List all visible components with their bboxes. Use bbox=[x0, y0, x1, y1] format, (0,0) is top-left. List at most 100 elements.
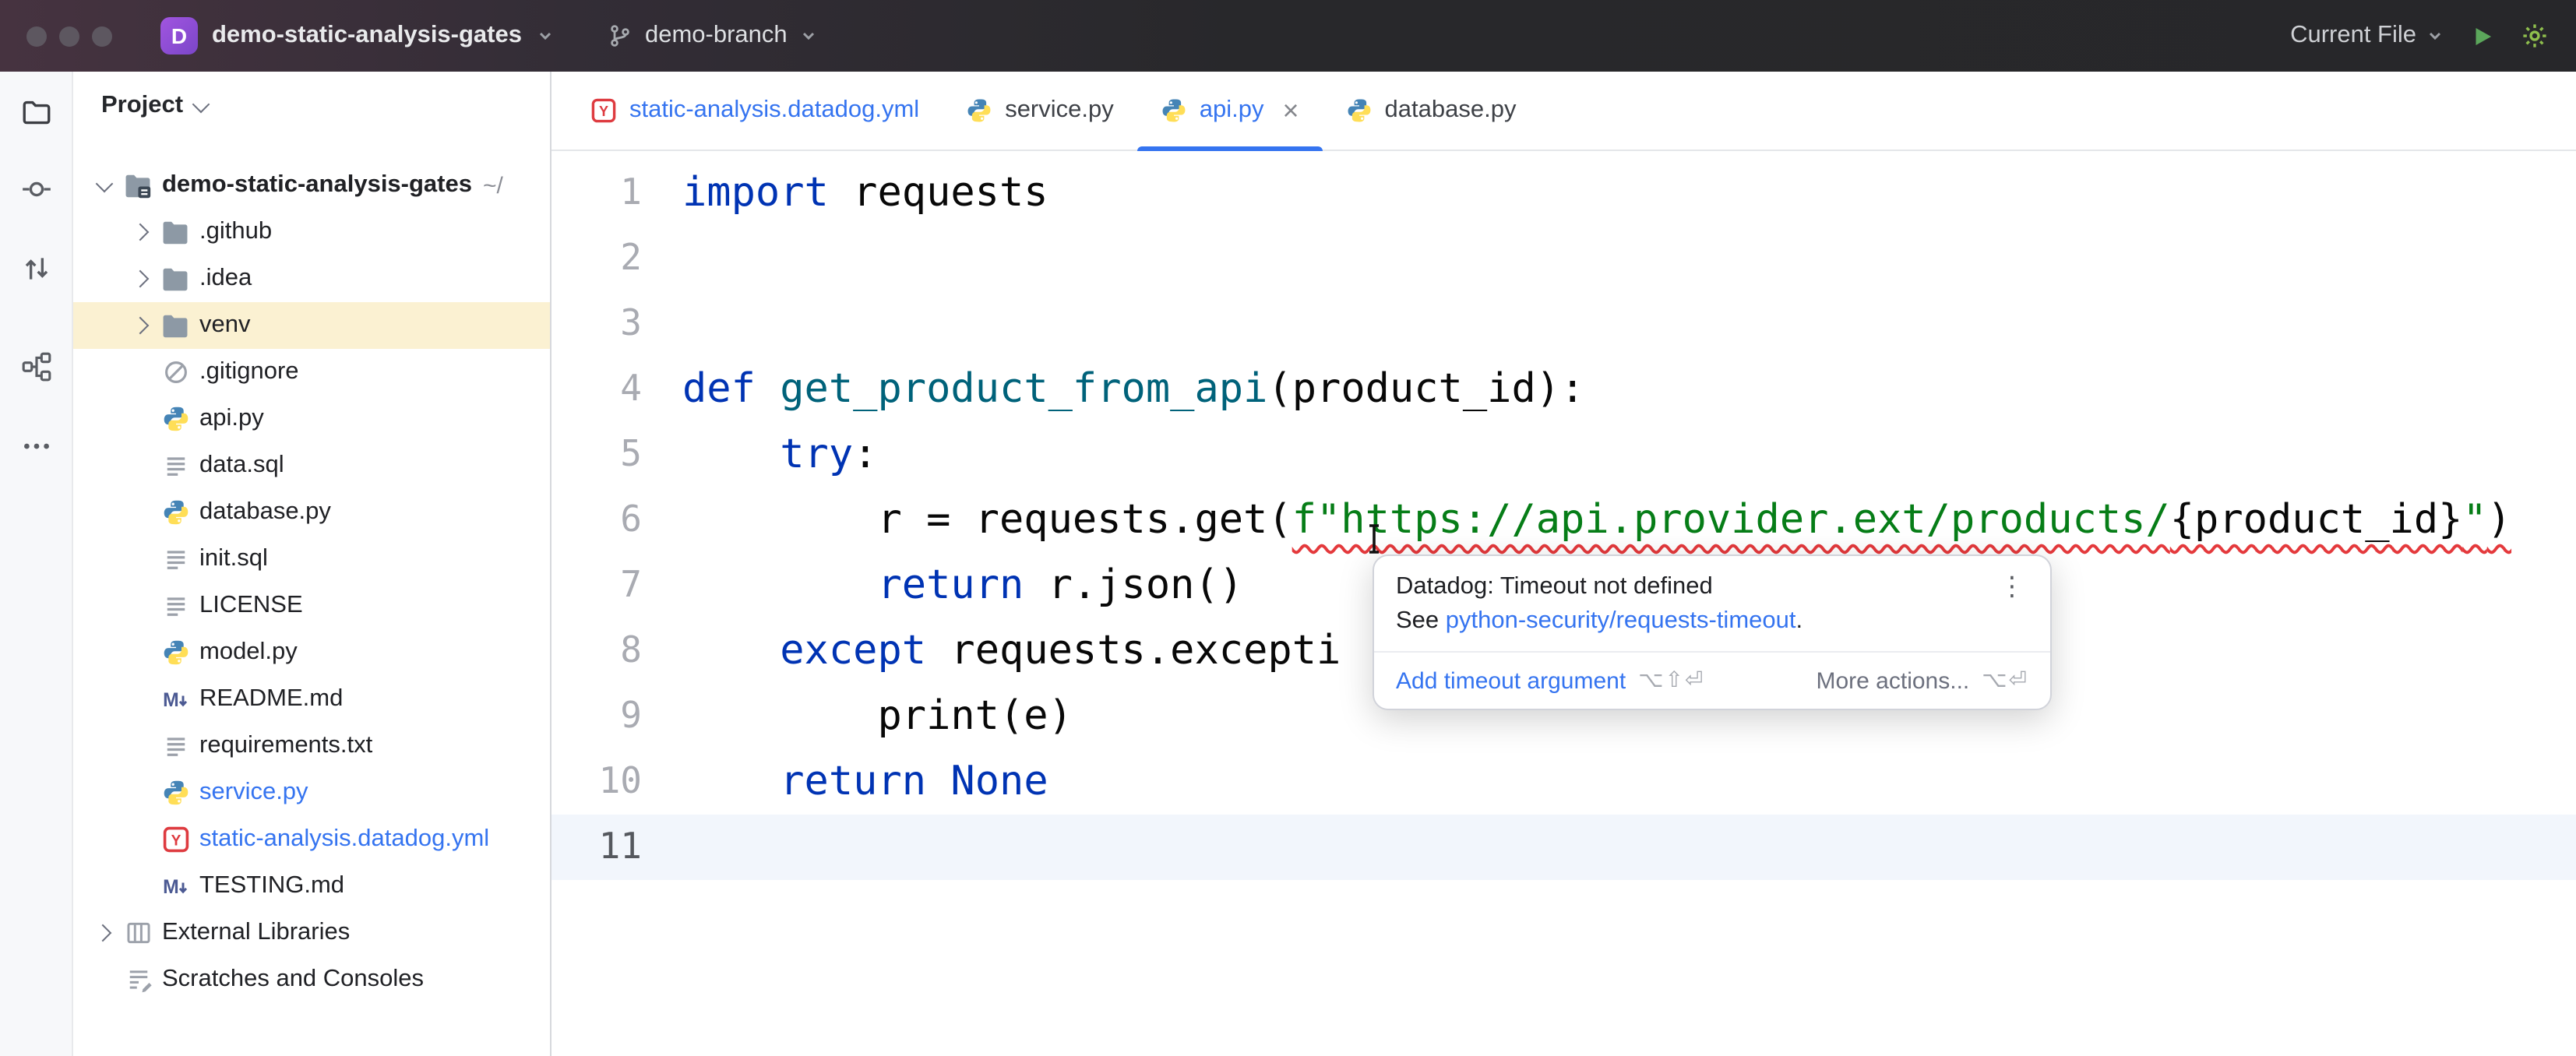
minimize-window-icon[interactable] bbox=[59, 26, 79, 46]
tree-item-label: api.py bbox=[199, 405, 264, 433]
chevron-slot bbox=[126, 226, 157, 238]
tree-item-database-py[interactable]: database.py bbox=[73, 489, 550, 536]
kebab-menu-icon[interactable]: ⋮ bbox=[1996, 573, 2028, 600]
python-icon bbox=[966, 97, 992, 124]
code-line-text: try: bbox=[682, 422, 878, 488]
chevron-slot bbox=[89, 927, 120, 939]
line-number[interactable]: 6 bbox=[551, 488, 682, 553]
tree-item-label: data.sql bbox=[199, 452, 284, 480]
line-number[interactable]: 8 bbox=[551, 618, 682, 684]
editor-tab-service-py[interactable]: service.py bbox=[943, 72, 1137, 150]
tool-strip-project-folder-button[interactable] bbox=[17, 93, 55, 131]
project-panel-header[interactable]: Project bbox=[73, 72, 550, 140]
tree-item-label: .github bbox=[199, 218, 272, 246]
tree-item-demo-static-analysis-gates[interactable]: demo-static-analysis-gates~/ bbox=[73, 162, 550, 209]
line-number[interactable]: 11 bbox=[551, 815, 682, 880]
chevron-slot bbox=[89, 181, 120, 189]
error-squiggle[interactable]: f"https://api.provider.ext/products/{pro… bbox=[1292, 497, 2511, 544]
datadog-icon: Y bbox=[160, 825, 190, 854]
chevron-right-icon[interactable] bbox=[132, 270, 150, 288]
tool-strip-pull-requests-button[interactable] bbox=[17, 249, 55, 287]
popup-title: Datadog: Timeout not defined bbox=[1396, 573, 1996, 601]
code-line-2[interactable]: 2 bbox=[551, 226, 2576, 291]
tool-window-strip bbox=[0, 72, 73, 1056]
chevron-down-icon bbox=[536, 26, 555, 45]
tree-item-static-analysis-datadog-yml[interactable]: Ystatic-analysis.datadog.yml bbox=[73, 816, 550, 863]
editor-tab-api-py[interactable]: api.py × bbox=[1137, 72, 1323, 150]
chevron-right-icon[interactable] bbox=[94, 924, 112, 942]
line-number[interactable]: 7 bbox=[551, 553, 682, 618]
close-tab-icon[interactable]: × bbox=[1283, 97, 1299, 125]
tree-item-model-py[interactable]: model.py bbox=[73, 629, 550, 676]
chevron-right-icon[interactable] bbox=[132, 224, 150, 241]
code-line-6[interactable]: 6 r = requests.get(f"https://api.provide… bbox=[551, 488, 2576, 553]
branch-widget[interactable]: demo-branch bbox=[608, 22, 819, 50]
chevron-right-icon[interactable] bbox=[132, 317, 150, 335]
line-number[interactable]: 10 bbox=[551, 749, 682, 815]
tree-item-scratches-and-consoles[interactable]: Scratches and Consoles bbox=[73, 956, 550, 1003]
run-button[interactable] bbox=[2469, 23, 2496, 49]
run-configuration-selector[interactable]: Current File bbox=[2290, 22, 2444, 50]
line-number[interactable]: 5 bbox=[551, 422, 682, 488]
project-folder-icon bbox=[123, 171, 153, 200]
tree-item-license[interactable]: LICENSE bbox=[73, 583, 550, 629]
tree-item-init-sql[interactable]: init.sql bbox=[73, 536, 550, 583]
code-line-text: import requests bbox=[682, 160, 1048, 226]
tree-item-requirements-txt[interactable]: requirements.txt bbox=[73, 723, 550, 769]
editor-tab-database-py[interactable]: database.py bbox=[1323, 72, 1540, 150]
tree-item-venv[interactable]: venv bbox=[73, 302, 550, 349]
python-icon bbox=[1346, 97, 1373, 124]
rule-link[interactable]: python-security/requests-timeout bbox=[1446, 607, 1796, 634]
tree-item-testing-md[interactable]: MTESTING.md bbox=[73, 863, 550, 910]
settings-gear-icon[interactable] bbox=[2521, 22, 2549, 50]
code-line-3[interactable]: 3 bbox=[551, 291, 2576, 357]
code-line-text: return r.json() bbox=[682, 553, 1243, 618]
project-widget[interactable]: D demo-static-analysis-gates bbox=[160, 17, 555, 55]
text-file-icon bbox=[160, 591, 190, 621]
strip-project-folder-icon bbox=[19, 96, 52, 128]
tree-item-readme-md[interactable]: MREADME.md bbox=[73, 676, 550, 723]
tree-item-github[interactable]: .github bbox=[73, 209, 550, 255]
line-number[interactable]: 1 bbox=[551, 160, 682, 226]
tree-item-gitignore[interactable]: .gitignore bbox=[73, 349, 550, 396]
editor-tab-static-analysis-datadog-yml[interactable]: Ystatic-analysis.datadog.yml bbox=[567, 72, 943, 150]
code-line-5[interactable]: 5 try: bbox=[551, 422, 2576, 488]
code-line-11[interactable]: 11 bbox=[551, 815, 2576, 880]
chevron-slot bbox=[126, 273, 157, 285]
project-panel-title: Project bbox=[101, 92, 183, 120]
zoom-window-icon[interactable] bbox=[92, 26, 112, 46]
line-number[interactable]: 2 bbox=[551, 226, 682, 291]
code-line-10[interactable]: 10 return None bbox=[551, 749, 2576, 815]
tool-strip-commit-button[interactable] bbox=[17, 170, 55, 207]
tree-item-label: venv bbox=[199, 312, 251, 340]
line-number[interactable]: 9 bbox=[551, 684, 682, 749]
chevron-down-icon[interactable] bbox=[96, 174, 114, 192]
close-window-icon[interactable] bbox=[26, 26, 47, 46]
tree-item-data-sql[interactable]: data.sql bbox=[73, 442, 550, 489]
add-timeout-action[interactable]: Add timeout argument bbox=[1396, 667, 1626, 694]
project-avatar: D bbox=[160, 17, 198, 55]
line-number[interactable]: 4 bbox=[551, 357, 682, 422]
tree-item-api-py[interactable]: api.py bbox=[73, 396, 550, 442]
tree-item-label: init.sql bbox=[199, 545, 268, 573]
tab-label: api.py bbox=[1200, 97, 1264, 125]
tool-strip-more-options-button[interactable] bbox=[17, 427, 55, 464]
project-name: demo-static-analysis-gates bbox=[212, 22, 522, 50]
text-file-icon bbox=[160, 544, 190, 574]
folder-icon bbox=[160, 217, 190, 247]
tree-item-external-libraries[interactable]: External Libraries bbox=[73, 910, 550, 956]
branch-name: demo-branch bbox=[645, 22, 788, 50]
inspection-popup: Datadog: Timeout not defined ⋮ See pytho… bbox=[1373, 554, 2052, 710]
line-number[interactable]: 3 bbox=[551, 291, 682, 357]
tree-item-label: demo-static-analysis-gates bbox=[162, 171, 472, 199]
more-actions-button[interactable]: More actions... bbox=[1817, 667, 1970, 694]
folder-icon bbox=[160, 264, 190, 294]
tool-strip-structure-button[interactable] bbox=[17, 347, 55, 385]
code-line-1[interactable]: 1import requests bbox=[551, 160, 2576, 226]
svg-text:Y: Y bbox=[171, 832, 181, 849]
tree-item-label: model.py bbox=[199, 639, 298, 667]
code-line-4[interactable]: 4def get_product_from_api(product_id): bbox=[551, 357, 2576, 422]
tree-item-service-py[interactable]: service.py bbox=[73, 769, 550, 816]
svg-text:M: M bbox=[162, 877, 178, 898]
tree-item-idea[interactable]: .idea bbox=[73, 255, 550, 302]
